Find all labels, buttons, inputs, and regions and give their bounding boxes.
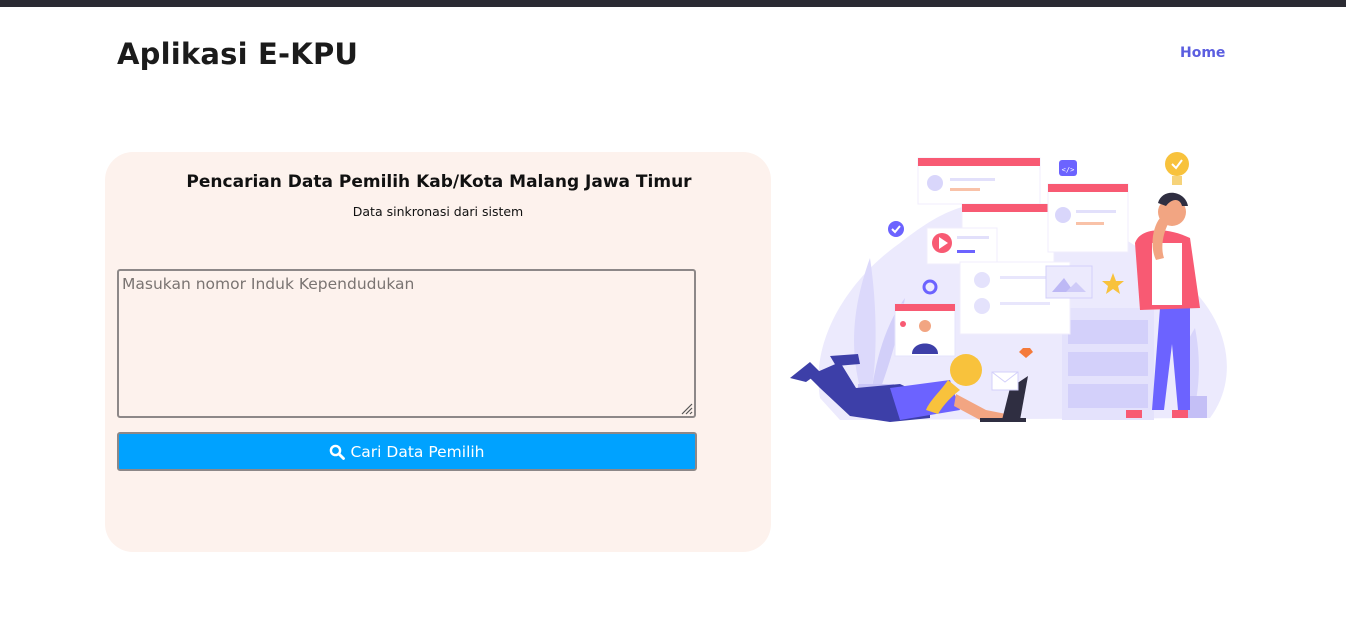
resize-grip-icon[interactable] — [680, 402, 693, 415]
search-card-title: Pencarian Data Pemilih Kab/Kota Malang J… — [105, 172, 771, 192]
nik-textarea[interactable] — [117, 269, 696, 418]
search-card-subtitle: Data sinkronasi dari sistem — [352, 204, 524, 219]
browser-top-strip — [0, 0, 1346, 7]
navbar: Aplikasi E-KPU Home — [0, 7, 1346, 87]
search-icon — [330, 444, 346, 460]
search-voter-button-label: Cari Data Pemilih — [350, 442, 485, 461]
svg-text:</>: </> — [1062, 166, 1075, 174]
nav-link-home[interactable]: Home — [1180, 45, 1225, 61]
brand-title: Aplikasi E-KPU — [117, 37, 359, 71]
search-voter-button[interactable]: Cari Data Pemilih — [117, 432, 697, 471]
hero-illustration: </> — [790, 152, 1227, 422]
search-card-title-text: Pencarian Data Pemilih Kab/Kota Malang J… — [186, 172, 692, 192]
